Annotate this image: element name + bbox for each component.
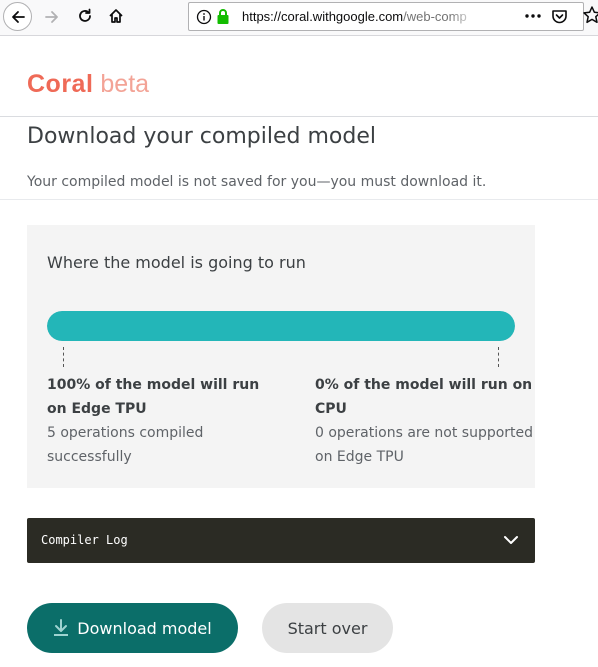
compiler-log-label: Compiler Log [41, 533, 128, 547]
tpu-stat-headline: 100% of the model will run on Edge TPU [47, 377, 260, 417]
download-model-button[interactable]: Download model [27, 603, 238, 653]
compiler-log-toggle[interactable]: Compiler Log [27, 518, 535, 563]
cpu-stat-detail: 0 operations are not supported on Edge T… [315, 425, 534, 465]
tpu-stat-detail: 5 operations compiled successfully [47, 425, 204, 465]
tpu-progress-fill [47, 311, 515, 341]
info-icon[interactable] [196, 9, 212, 25]
tpu-tick-marker [63, 347, 64, 367]
lock-icon[interactable] [216, 8, 230, 25]
page-title: Download your compiled model [27, 124, 376, 149]
star-icon[interactable] [582, 5, 598, 25]
tpu-progress-bar [47, 311, 515, 341]
brand-beta-tag: beta [100, 70, 150, 98]
brand-name: Coral [27, 70, 94, 98]
panel-title: Where the model is going to run [47, 253, 306, 272]
page-subtitle: Your compiled model is not saved for you… [27, 174, 487, 190]
reload-button[interactable] [75, 6, 95, 26]
home-icon [109, 9, 123, 23]
home-button[interactable] [106, 6, 126, 26]
section-divider [0, 199, 598, 200]
header-divider [0, 116, 598, 117]
browser-toolbar: https://coral.withgoogle.com/web-comp [0, 0, 598, 36]
tpu-stat: 100% of the model will run on Edge TPU 5… [47, 373, 267, 469]
arrow-right-icon [45, 11, 58, 23]
arrow-left-icon [11, 10, 25, 23]
start-over-button[interactable]: Start over [262, 603, 393, 653]
download-icon [53, 619, 69, 637]
url-host: https://coral.withgoogle.com [242, 9, 404, 24]
chevron-down-icon [504, 536, 518, 544]
cpu-stat: 0% of the model will run on CPU 0 operat… [315, 373, 535, 469]
run-target-panel: Where the model is going to run 100% of … [27, 225, 535, 488]
address-bar[interactable]: https://coral.withgoogle.com/web-comp [188, 2, 598, 31]
more-icon[interactable] [524, 8, 542, 24]
download-model-label: Download model [77, 618, 212, 638]
forward-button[interactable] [41, 6, 63, 28]
pocket-icon[interactable] [551, 8, 568, 25]
reload-icon [79, 8, 91, 22]
cpu-tick-marker [498, 347, 499, 367]
brand-logo[interactable]: Coral beta [27, 70, 149, 99]
url-fade [449, 5, 479, 27]
cpu-stat-headline: 0% of the model will run on CPU [315, 377, 533, 417]
url-text[interactable]: https://coral.withgoogle.com/web-comp [242, 9, 478, 24]
back-button[interactable] [3, 2, 32, 31]
